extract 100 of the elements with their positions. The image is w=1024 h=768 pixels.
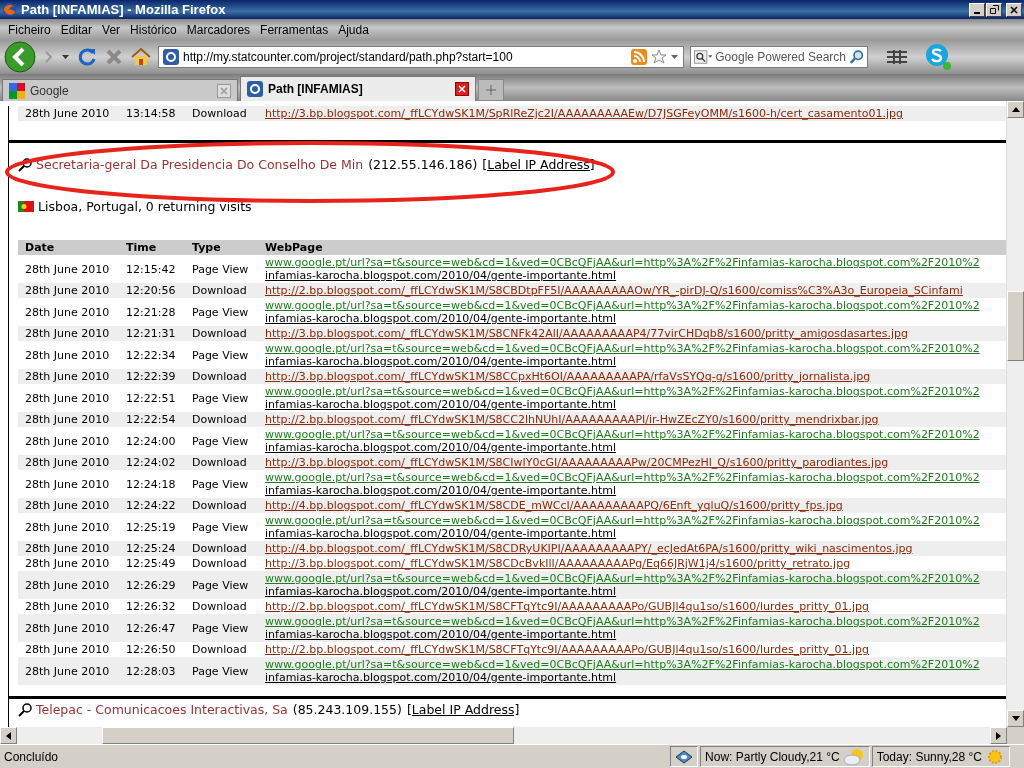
close-icon[interactable] [1010,5,1018,14]
column-header: Time [119,240,185,255]
location-text: Lisboa, Portugal, 0 returning visits [38,199,252,214]
status-text: Concluído [3,749,60,764]
time-cell: 12:20:56 [119,283,185,298]
referrer-link[interactable]: www.google.pt/url?sa=t&source=web&cd=1&ved=0CBcQFjAA&url=http%3A%2F%2Finfamias-karocha.blogspot.com%2F2010%2 [265,514,1006,527]
date-cell: 28th June 2010 [18,571,119,599]
referrer-link[interactable]: www.google.pt/url?sa=t&source=web&cd=1&ved=0CBcQFjAA&url=http%3A%2F%2Finfamias-karocha.blogspot.com%2F2010%2 [265,572,1006,585]
visitor-name-link[interactable]: Secretaria-geral Da Presidencia Do Conselho De Min [36,157,364,172]
network-icon[interactable] [675,749,694,764]
scroll-up-arrow-icon[interactable] [1011,107,1020,112]
search-icon[interactable] [849,48,864,66]
search-field[interactable]: Google Powered Search [690,46,868,68]
vertical-scrollbar[interactable] [1006,101,1024,727]
time-cell: 12:25:49 [119,556,185,571]
referrer-link[interactable]: www.google.pt/url?sa=t&source=web&cd=1&ved=0CBcQFjAA&url=http%3A%2F%2Finfamias-karocha.blogspot.com%2F2010%2 [265,428,1006,441]
page-link[interactable]: infamias-karocha.blogspot.com/2010/04/gente-importante.html [265,527,1006,540]
label-ip-link[interactable]: [Label IP Address] [406,702,520,717]
page-link[interactable]: infamias-karocha.blogspot.com/2010/04/gente-importante.html [265,585,1006,598]
type-cell: Page View [185,657,258,685]
referrer-link[interactable]: www.google.pt/url?sa=t&source=web&cd=1&ved=0CBcQFjAA&url=http%3A%2F%2Finfamias-karocha.blogspot.com%2F2010%2 [265,658,1006,671]
scroll-thumb[interactable] [102,727,514,744]
minimize-button[interactable] [969,2,985,17]
type-cell: Page View [185,614,258,642]
browser-tab[interactable]: Path [INFAMIAS] [240,76,476,101]
referrer-link[interactable]: www.google.pt/url?sa=t&source=web&cd=1&ved=0CBcQFjAA&url=http%3A%2F%2Finfamias-karocha.blogspot.com%2F2010%2 [265,615,1006,628]
visitor-name-link[interactable]: Telepac - Comunicacoes Interactivas, Sa [36,702,288,717]
menu-item[interactable]: Ficheiro [3,22,56,37]
close-button[interactable] [1006,2,1022,17]
page-link[interactable]: infamias-karocha.blogspot.com/2010/04/gente-importante.html [265,441,1006,454]
time-cell: 12:21:28 [119,298,185,326]
page-link[interactable]: infamias-karocha.blogspot.com/2010/04/gente-importante.html [265,671,1006,684]
date-cell: 28th June 2010 [18,369,119,384]
referrer-link[interactable]: www.google.pt/url?sa=t&source=web&cd=1&ved=0CBcQFjAA&url=http%3A%2F%2Finfamias-karocha.blogspot.com%2F2010%2 [265,256,1006,269]
date-cell: 28th June 2010 [18,106,119,121]
date-cell: 28th June 2010 [18,255,119,283]
scroll-thumb[interactable] [1007,291,1024,361]
skype-status-icon[interactable] [924,43,952,71]
page-link[interactable]: infamias-karocha.blogspot.com/2010/04/gente-importante.html [265,398,1006,411]
type-cell: Download [185,106,258,121]
label-ip-link[interactable]: [Label IP Address] [482,157,595,172]
home-button[interactable] [130,46,152,68]
page-link[interactable]: infamias-karocha.blogspot.com/2010/04/gente-importante.html [265,628,1006,641]
scroll-left-arrow-icon[interactable] [6,731,11,740]
scroll-right-arrow-icon[interactable] [996,731,1001,740]
date-cell: 28th June 2010 [18,642,119,657]
download-link[interactable]: http://2.bp.blogspot.com/_ffLCYdwSK1M/S8CFTqYtc9I/AAAAAAAAAPo/GUBJl4qu1so/s1600/lurdes_pritty_01.jpg [265,600,1006,613]
date-cell: 28th June 2010 [18,427,119,455]
type-cell: Download [185,369,258,384]
page-link[interactable]: infamias-karocha.blogspot.com/2010/04/gente-importante.html [265,312,1006,325]
referrer-link[interactable]: www.google.pt/url?sa=t&source=web&cd=1&ved=0CBcQFjAA&url=http%3A%2F%2Finfamias-karocha.blogspot.com%2F2010%2 [265,471,1006,484]
date-cell: 28th June 2010 [18,541,119,556]
download-link[interactable]: http://2.bp.blogspot.com/_ffLCYdwSK1M/S8CFTqYtc9I/AAAAAAAAAPo/GUBJl4qu1so/s1600/lurdes_pritty_01.jpg [265,643,1006,656]
column-header: Type [185,240,258,255]
page-link[interactable]: infamias-karocha.blogspot.com/2010/04/gente-importante.html [265,355,1006,368]
tab-close-button[interactable] [455,82,469,96]
referrer-link[interactable]: www.google.pt/url?sa=t&source=web&cd=1&ved=0CBcQFjAA&url=http%3A%2F%2Finfamias-karocha.blogspot.com%2F2010%2 [265,342,1006,355]
time-cell: 12:24:00 [119,427,185,455]
type-cell: Download [185,455,258,470]
time-cell: 12:15:42 [119,255,185,283]
portugal-flag-icon [18,201,34,212]
browser-tab[interactable]: Google [2,79,238,101]
reload-button[interactable] [76,46,98,68]
time-cell: 12:26:29 [119,571,185,599]
referrer-link[interactable]: www.google.pt/url?sa=t&source=web&cd=1&ved=0CBcQFjAA&url=http%3A%2F%2Finfamias-karocha.blogspot.com%2F2010%2 [265,385,1006,398]
download-link[interactable]: http://3.bp.blogspot.com/_ffLCYdwSK1M/S8CDcBvkIlI/AAAAAAAAAPg/Eq66JRjW1j4/s1600/pritty_retrato.jpg [265,557,1006,570]
time-cell: 12:28:03 [119,657,185,685]
dropdown-caret-icon[interactable] [671,54,679,60]
grid-menu-icon[interactable] [886,49,908,65]
bookmark-star-icon[interactable] [651,49,667,65]
type-cell: Page View [185,255,258,283]
menu-item[interactable]: Ver [97,22,126,37]
menu-item[interactable]: Editar [55,22,98,37]
type-cell: Download [185,283,258,298]
date-cell: 28th June 2010 [18,341,119,369]
magnifier-icon[interactable] [18,157,32,172]
menu-item[interactable]: Histórico [125,22,182,37]
dropdown-caret-icon[interactable] [62,54,70,60]
date-cell: 28th June 2010 [18,455,119,470]
magnifier-icon[interactable] [18,702,32,717]
date-cell: 28th June 2010 [18,556,119,571]
menu-item[interactable]: Ferramentas [255,22,334,37]
date-cell: 28th June 2010 [18,614,119,642]
referrer-link[interactable]: www.google.pt/url?sa=t&source=web&cd=1&ved=0CBcQFjAA&url=http%3A%2F%2Finfamias-karocha.blogspot.com%2F2010%2 [265,299,1006,312]
page-link[interactable]: infamias-karocha.blogspot.com/2010/04/gente-importante.html [265,269,1006,282]
search-engine-icon[interactable] [694,49,713,65]
page-link[interactable]: infamias-karocha.blogspot.com/2010/04/gente-importante.html [265,484,1006,497]
site-favicon-icon [247,81,263,97]
menu-item[interactable]: Marcadores [181,22,256,37]
firefox-logo-icon [2,2,17,17]
type-cell: Download [185,556,258,571]
horizontal-scrollbar[interactable] [0,727,1024,744]
partly-cloudy-icon [842,747,865,766]
address-bar[interactable]: http://my.statcounter.com/project/standard/path.php?start=100 [158,46,684,68]
menu-item[interactable]: Ajuda [333,22,374,37]
date-cell: 28th June 2010 [18,599,119,614]
date-cell: 28th June 2010 [18,412,119,427]
date-cell: 28th June 2010 [18,470,119,498]
back-button[interactable] [4,41,36,73]
scroll-down-arrow-icon[interactable] [1011,716,1020,721]
